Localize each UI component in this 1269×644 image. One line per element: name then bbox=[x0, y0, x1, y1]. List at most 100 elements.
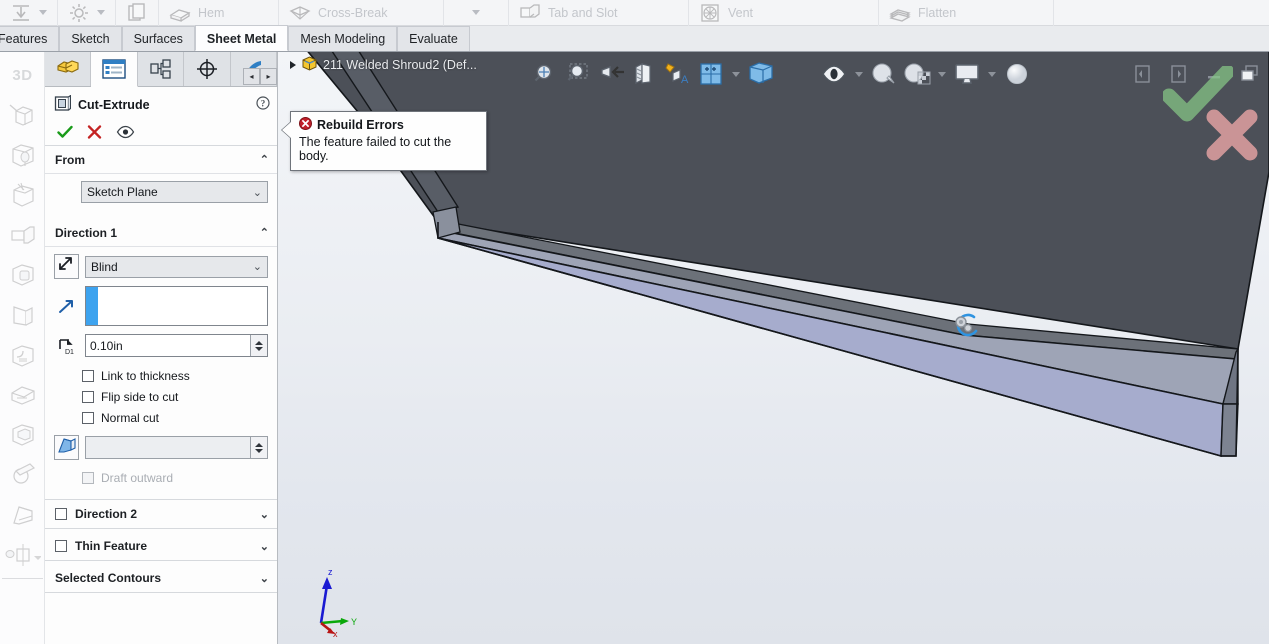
section-header-from[interactable]: From ⌃ bbox=[45, 146, 277, 174]
end-condition-value: Blind bbox=[91, 259, 118, 274]
tab-surfaces[interactable]: Surfaces bbox=[121, 26, 195, 51]
ribbon-button-hem[interactable]: Hem bbox=[159, 0, 279, 26]
tab-sketch[interactable]: Sketch bbox=[59, 26, 122, 51]
rib-icon bbox=[8, 301, 38, 329]
help-icon[interactable]: ? bbox=[256, 96, 270, 113]
checkbox-draft-outward[interactable]: Draft outward bbox=[45, 467, 277, 488]
end-condition-dropdown[interactable]: Blind ⌄ bbox=[85, 255, 268, 278]
ribbon-overflow-button[interactable] bbox=[444, 0, 509, 26]
ok-button[interactable] bbox=[57, 125, 73, 139]
ribbon-toolbar: Hem Cross-Break Tab and Slot Vent Flatte… bbox=[0, 0, 1269, 26]
wrap-button[interactable] bbox=[0, 455, 45, 495]
triad-z-axis bbox=[319, 584, 329, 624]
section-divider bbox=[45, 560, 277, 561]
red-x-large-icon[interactable] bbox=[1204, 107, 1260, 163]
depth-input[interactable]: 0.10in bbox=[85, 334, 268, 357]
configuration-manager-tab[interactable] bbox=[137, 52, 185, 86]
ribbon-group-copy[interactable] bbox=[116, 0, 159, 26]
chevron-down-icon[interactable]: ⌄ bbox=[260, 572, 269, 585]
section-title-selected-contours: Selected Contours bbox=[55, 571, 162, 585]
chevron-down-icon[interactable]: ⌄ bbox=[260, 540, 269, 553]
draft-angle-stepper[interactable] bbox=[250, 437, 267, 458]
depth-value: 0.10in bbox=[90, 338, 123, 353]
extruded-cut-button[interactable] bbox=[0, 135, 45, 175]
insert-bends-icon bbox=[10, 2, 32, 24]
chevron-down-icon[interactable] bbox=[472, 10, 480, 15]
ribbon-filler bbox=[1054, 0, 1269, 26]
coordinate-triad: z Y x bbox=[303, 565, 375, 644]
direction-reference-selectbox[interactable] bbox=[85, 286, 268, 326]
vent-icon bbox=[699, 2, 721, 24]
section-header-selected-contours[interactable]: Selected Contours ⌄ bbox=[45, 564, 277, 592]
model-tree-item[interactable]: 211 Welded Shroud2 (Def... bbox=[290, 55, 477, 75]
rib-button[interactable] bbox=[0, 295, 45, 335]
section-header-thin-feature[interactable]: Thin Feature ⌄ bbox=[45, 532, 277, 560]
ribbon-group-options[interactable] bbox=[58, 0, 116, 26]
mirror-button[interactable] bbox=[0, 535, 45, 575]
dimxpert-manager-tab[interactable] bbox=[184, 52, 231, 86]
chevron-down-icon: ⌄ bbox=[252, 186, 262, 199]
ribbon-button-flatten[interactable]: Flatten bbox=[879, 0, 1054, 26]
revolved-boss-button[interactable] bbox=[0, 175, 45, 215]
chevron-up-icon[interactable]: ⌃ bbox=[260, 226, 269, 239]
3d-sketch-button[interactable]: 3D bbox=[0, 55, 45, 95]
property-manager-tab[interactable] bbox=[91, 52, 138, 87]
draft-button[interactable] bbox=[0, 495, 45, 535]
selection-marker[interactable] bbox=[948, 310, 982, 347]
triad-y-axis bbox=[320, 619, 344, 625]
chevron-down-icon[interactable]: ⌄ bbox=[260, 508, 269, 521]
extruded-boss-button[interactable] bbox=[0, 95, 45, 135]
chevron-down-icon[interactable] bbox=[39, 10, 47, 15]
fillet-button[interactable] bbox=[0, 335, 45, 375]
direction-reference-value bbox=[98, 287, 267, 325]
depth-stepper[interactable] bbox=[250, 335, 267, 356]
direction2-checkbox[interactable] bbox=[55, 508, 67, 520]
ribbon-group-insert-bends[interactable] bbox=[0, 0, 58, 26]
ribbon-button-tab-and-slot[interactable]: Tab and Slot bbox=[509, 0, 689, 26]
section-header-direction1[interactable]: Direction 1 ⌃ bbox=[45, 219, 277, 247]
checkbox-label: Draft outward bbox=[101, 470, 174, 485]
ribbon-label-vent: Vent bbox=[728, 5, 754, 20]
config-tree-icon bbox=[149, 58, 173, 80]
eye-icon[interactable] bbox=[116, 125, 135, 139]
from-condition-dropdown[interactable]: Sketch Plane ⌄ bbox=[81, 181, 268, 203]
draft-angle-input[interactable] bbox=[85, 436, 268, 459]
ribbon-label-cross-break: Cross-Break bbox=[318, 5, 388, 20]
model-tip-wedge bbox=[432, 206, 461, 239]
tab-and-slot-icon bbox=[519, 2, 541, 24]
tab-sheet-metal[interactable]: Sheet Metal bbox=[194, 25, 289, 51]
checkbox-label: Normal cut bbox=[101, 410, 160, 425]
tab-features[interactable]: Features bbox=[0, 26, 60, 51]
tab-scroll-right-button[interactable]: ▸ bbox=[260, 68, 277, 85]
chamfer-button[interactable] bbox=[0, 375, 45, 415]
cut-extrude-icon bbox=[54, 93, 72, 115]
ribbon-button-cross-break[interactable]: Cross-Break bbox=[279, 0, 444, 26]
thin-feature-checkbox[interactable] bbox=[55, 540, 67, 552]
checkbox-normal-cut[interactable]: Normal cut bbox=[45, 407, 277, 428]
tab-evaluate[interactable]: Evaluate bbox=[397, 26, 470, 51]
checkbox-link-to-thickness[interactable]: Link to thickness bbox=[45, 365, 277, 386]
cancel-button[interactable] bbox=[87, 124, 102, 139]
property-manager-tab-strip: ◂ ▸ bbox=[45, 52, 278, 87]
tab-scroll-left-button[interactable]: ◂ bbox=[243, 68, 260, 85]
revolved-boss-icon bbox=[8, 181, 38, 209]
section-header-direction2[interactable]: Direction 2 ⌄ bbox=[45, 500, 277, 528]
confirmation-corner bbox=[1149, 52, 1269, 172]
lofted-boss-button[interactable] bbox=[0, 255, 45, 295]
ribbon-button-vent[interactable]: Vent bbox=[689, 0, 879, 26]
shell-button[interactable] bbox=[0, 415, 45, 455]
left-vertical-toolbar: 3D bbox=[0, 52, 45, 644]
graphics-area[interactable]: 211 Welded Shroud2 (Def... Rebuild Error… bbox=[278, 52, 1269, 644]
reverse-direction-button[interactable] bbox=[54, 254, 79, 279]
property-manager-panel: ◂ ▸ Cut-Extrude ? From ⌃ Sketch Plane ⌄ … bbox=[45, 52, 278, 644]
tab-mesh-modeling[interactable]: Mesh Modeling bbox=[288, 26, 398, 51]
expander-icon[interactable] bbox=[290, 61, 296, 69]
draft-angle-button[interactable] bbox=[54, 435, 79, 460]
chevron-down-icon[interactable] bbox=[97, 10, 105, 15]
extruded-cut-icon bbox=[8, 141, 38, 169]
crosshair-circle-icon bbox=[194, 57, 220, 81]
swept-boss-button[interactable] bbox=[0, 215, 45, 255]
feature-manager-tab[interactable] bbox=[45, 52, 92, 86]
checkbox-flip-side-to-cut[interactable]: Flip side to cut bbox=[45, 386, 277, 407]
chevron-up-icon[interactable]: ⌃ bbox=[260, 153, 269, 166]
